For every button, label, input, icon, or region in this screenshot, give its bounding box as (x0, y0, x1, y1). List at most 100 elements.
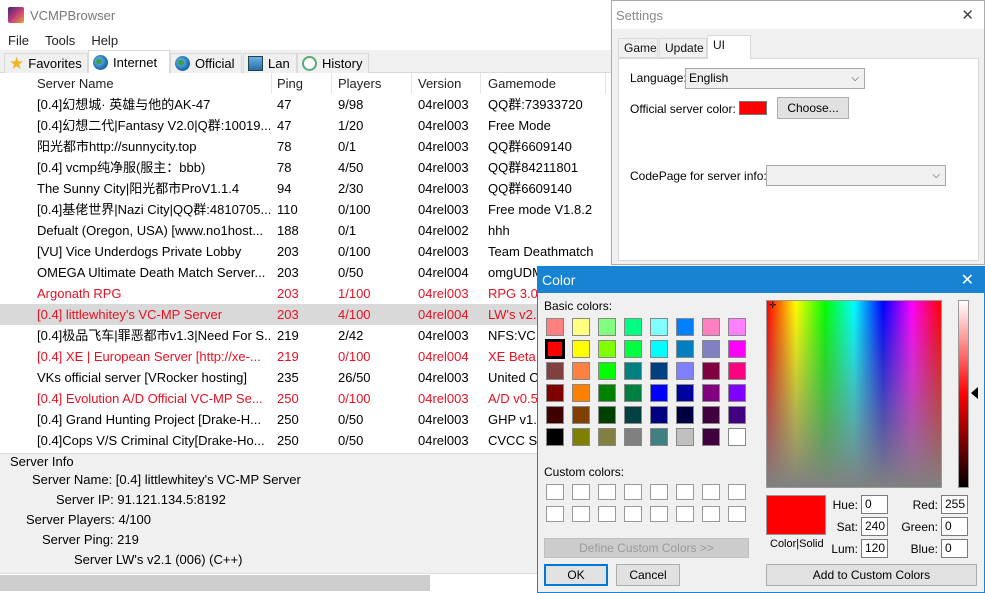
basic-color-swatch[interactable] (598, 428, 616, 446)
sat-input[interactable]: 240 (861, 517, 888, 536)
custom-color-swatch[interactable] (624, 506, 642, 522)
green-input[interactable]: 0 (941, 517, 968, 536)
custom-color-swatch[interactable] (598, 484, 616, 500)
table-row[interactable]: The Sunny City|阳光都市ProV1.1.4 94 2/30 04rel0… (0, 178, 610, 199)
basic-color-swatch[interactable] (624, 384, 642, 402)
basic-color-swatch[interactable] (728, 406, 746, 424)
basic-color-swatch[interactable] (624, 340, 642, 358)
lum-input[interactable]: 120 (861, 539, 888, 558)
basic-color-swatch[interactable] (545, 339, 565, 359)
table-row[interactable]: [0.4] vcmp纯净服(服主：bbb) 78 4/50 04rel003 QQ群84… (0, 157, 610, 178)
custom-color-swatch[interactable] (572, 484, 590, 500)
basic-color-swatch[interactable] (676, 428, 694, 446)
col-ping[interactable]: Ping (270, 73, 332, 94)
basic-color-swatch[interactable] (728, 428, 746, 446)
basic-color-swatch[interactable] (598, 384, 616, 402)
server-list[interactable]: Server Name Ping Players Version Gamemod… (0, 73, 610, 453)
basic-color-swatch[interactable] (624, 406, 642, 424)
tab-internet[interactable]: Internet (88, 50, 170, 73)
basic-color-swatch[interactable] (572, 428, 590, 446)
basic-color-swatch[interactable] (702, 428, 720, 446)
basic-color-swatch[interactable] (728, 318, 746, 336)
basic-color-swatch[interactable] (546, 362, 564, 380)
menu-tools[interactable]: Tools (37, 33, 83, 48)
luminance-slider[interactable] (958, 300, 969, 488)
slider-arrow-icon[interactable] (971, 387, 978, 399)
basic-color-swatch[interactable] (702, 406, 720, 424)
basic-color-swatch[interactable] (572, 362, 590, 380)
table-row[interactable]: Argonath RPG 203 1/100 04rel003 RPG 3.0 (0, 283, 610, 304)
tab-history[interactable]: History (297, 53, 369, 73)
basic-color-swatch[interactable] (676, 362, 694, 380)
custom-color-swatch[interactable] (676, 484, 694, 500)
basic-color-swatch[interactable] (650, 340, 668, 358)
basic-color-swatch[interactable] (676, 406, 694, 424)
table-row[interactable]: 阳光都市http://sunnycity.top 78 0/1 04rel003 QQ群… (0, 136, 610, 157)
custom-color-swatch[interactable] (702, 506, 720, 522)
basic-color-swatch[interactable] (546, 318, 564, 336)
basic-color-swatch[interactable] (702, 340, 720, 358)
color-spectrum[interactable] (766, 300, 942, 488)
custom-color-swatch[interactable] (572, 506, 590, 522)
col-server-name[interactable]: Server Name (30, 73, 272, 94)
language-select[interactable]: English ⌵ (685, 68, 865, 89)
basic-color-swatch[interactable] (650, 384, 668, 402)
basic-color-swatch[interactable] (598, 340, 616, 358)
basic-color-swatch[interactable] (624, 428, 642, 446)
table-row[interactable]: [0.4] Grand Hunting Project [Drake-H... 2… (0, 409, 610, 430)
table-row[interactable]: [0.4] Evolution A/D Official VC-MP Se...… (0, 388, 610, 409)
codepage-select[interactable]: ⌵ (766, 165, 946, 186)
ok-button[interactable]: OK (544, 564, 608, 586)
basic-color-swatch[interactable] (650, 318, 668, 336)
basic-color-swatch[interactable] (546, 428, 564, 446)
basic-color-swatch[interactable] (676, 318, 694, 336)
tab-favorites[interactable]: ★ Favorites (4, 53, 88, 73)
basic-color-swatch[interactable] (728, 362, 746, 380)
table-row[interactable]: [0.4] XE | European Server [http://xe-..… (0, 346, 610, 367)
red-input[interactable]: 255 (941, 495, 968, 514)
basic-color-swatch[interactable] (598, 362, 616, 380)
table-row[interactable]: [VU] Vice Underdogs Private Lobby 203 0/10… (0, 241, 610, 262)
basic-color-swatch[interactable] (650, 428, 668, 446)
close-icon[interactable]: ✕ (961, 6, 974, 24)
menu-file[interactable]: File (0, 33, 37, 48)
basic-color-swatch[interactable] (624, 318, 642, 336)
basic-color-swatch[interactable] (728, 340, 746, 358)
blue-input[interactable]: 0 (941, 539, 968, 558)
custom-color-swatch[interactable] (546, 484, 564, 500)
crosshair-icon[interactable]: ✛ (769, 301, 777, 310)
basic-color-swatch[interactable] (702, 384, 720, 402)
custom-color-swatch[interactable] (546, 506, 564, 522)
col-version[interactable]: Version (411, 73, 481, 94)
table-row[interactable]: [0.4]幻想二代|Fantasy V2.0|Q群:10019... 47 1/20… (0, 115, 610, 136)
basic-color-swatch[interactable] (702, 318, 720, 336)
table-row[interactable]: [0.4]极品飞车|罪恶都市v1.3|Need For S... 219 2/42 0… (0, 325, 610, 346)
col-players[interactable]: Players (331, 73, 412, 94)
custom-color-swatch[interactable] (728, 506, 746, 522)
table-row[interactable]: [0.4]Cops V/S Criminal City[Drake-Ho... 2… (0, 430, 610, 451)
basic-color-swatch[interactable] (702, 362, 720, 380)
basic-color-swatch[interactable] (598, 318, 616, 336)
basic-color-swatch[interactable] (624, 362, 642, 380)
custom-color-swatch[interactable] (728, 484, 746, 500)
define-custom-colors-button[interactable]: Define Custom Colors >> (544, 538, 749, 558)
tab-ui[interactable]: UI (707, 35, 751, 59)
basic-color-swatch[interactable] (546, 406, 564, 424)
custom-color-swatch[interactable] (650, 484, 668, 500)
basic-color-swatch[interactable] (728, 384, 746, 402)
basic-color-swatch[interactable] (546, 384, 564, 402)
menu-help[interactable]: Help (83, 33, 126, 48)
table-row[interactable]: [0.4]基佬世界|Nazi City|QQ群:4810705... 110 0/1… (0, 199, 610, 220)
custom-color-swatch[interactable] (598, 506, 616, 522)
table-row[interactable]: Defualt (Oregon, USA) [www.no1host... 188… (0, 220, 610, 241)
table-row[interactable]: [0.4]幻想城· 英雄与他的AK-47 47 9/98 04rel003 QQ群:73… (0, 94, 610, 115)
tab-game[interactable]: Game (618, 38, 658, 58)
basic-color-swatch[interactable] (572, 340, 590, 358)
basic-color-swatch[interactable] (676, 340, 694, 358)
scrollbar-thumb[interactable] (0, 575, 430, 591)
col-gamemode[interactable]: Gamemode (481, 73, 606, 94)
basic-color-swatch[interactable] (572, 384, 590, 402)
tab-lan[interactable]: Lan (243, 53, 297, 73)
tab-official[interactable]: Official (170, 53, 242, 73)
hue-input[interactable]: 0 (861, 495, 888, 514)
